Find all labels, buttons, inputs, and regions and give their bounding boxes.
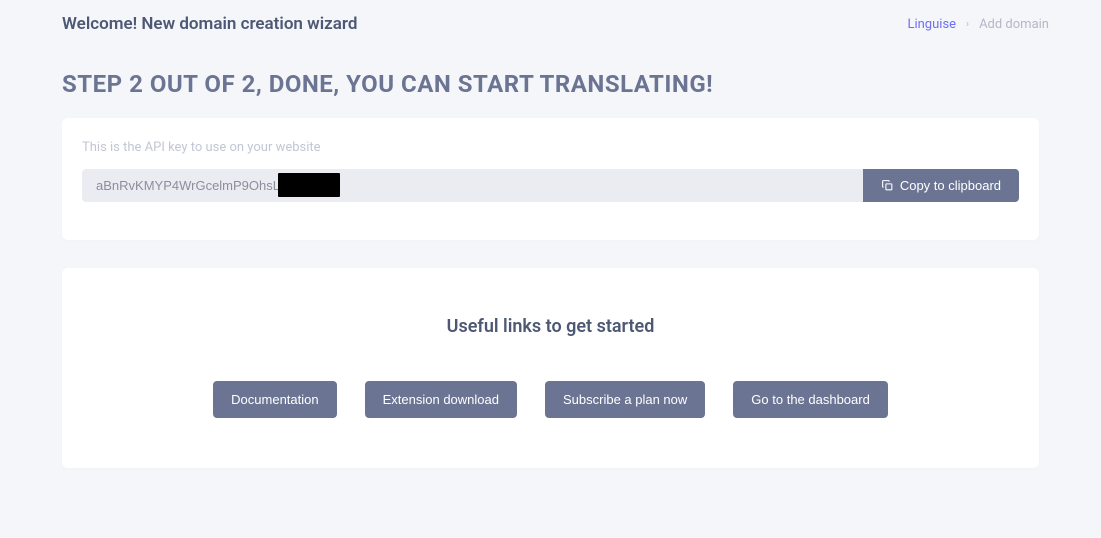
go-to-dashboard-button[interactable]: Go to the dashboard [733,381,888,418]
api-key-card: This is the API key to use on your websi… [62,118,1039,240]
step-heading: STEP 2 OUT OF 2, DONE, YOU CAN START TRA… [0,34,1101,118]
documentation-button[interactable]: Documentation [213,381,336,418]
useful-links-card: Useful links to get started Documentatio… [62,268,1039,468]
page-header: Welcome! New domain creation wizard Ling… [0,0,1101,34]
breadcrumb: Linguise › Add domain [907,17,1049,32]
subscribe-plan-button[interactable]: Subscribe a plan now [545,381,705,418]
redaction-block [278,173,340,197]
api-key-input[interactable] [82,169,863,202]
useful-links-heading: Useful links to get started [82,316,1019,337]
welcome-title: Welcome! New domain creation wizard [62,14,357,34]
copy-button-label: Copy to clipboard [900,178,1001,193]
breadcrumb-link-linguise[interactable]: Linguise [907,17,956,32]
api-key-wrapper [82,169,863,202]
copy-icon [881,179,894,192]
chevron-right-icon: › [966,19,969,30]
copy-to-clipboard-button[interactable]: Copy to clipboard [863,169,1019,202]
extension-download-button[interactable]: Extension download [365,381,517,418]
api-key-row: Copy to clipboard [82,169,1019,202]
breadcrumb-current: Add domain [979,17,1049,32]
useful-links-button-row: Documentation Extension download Subscri… [82,381,1019,418]
api-key-label: This is the API key to use on your websi… [82,140,1019,155]
